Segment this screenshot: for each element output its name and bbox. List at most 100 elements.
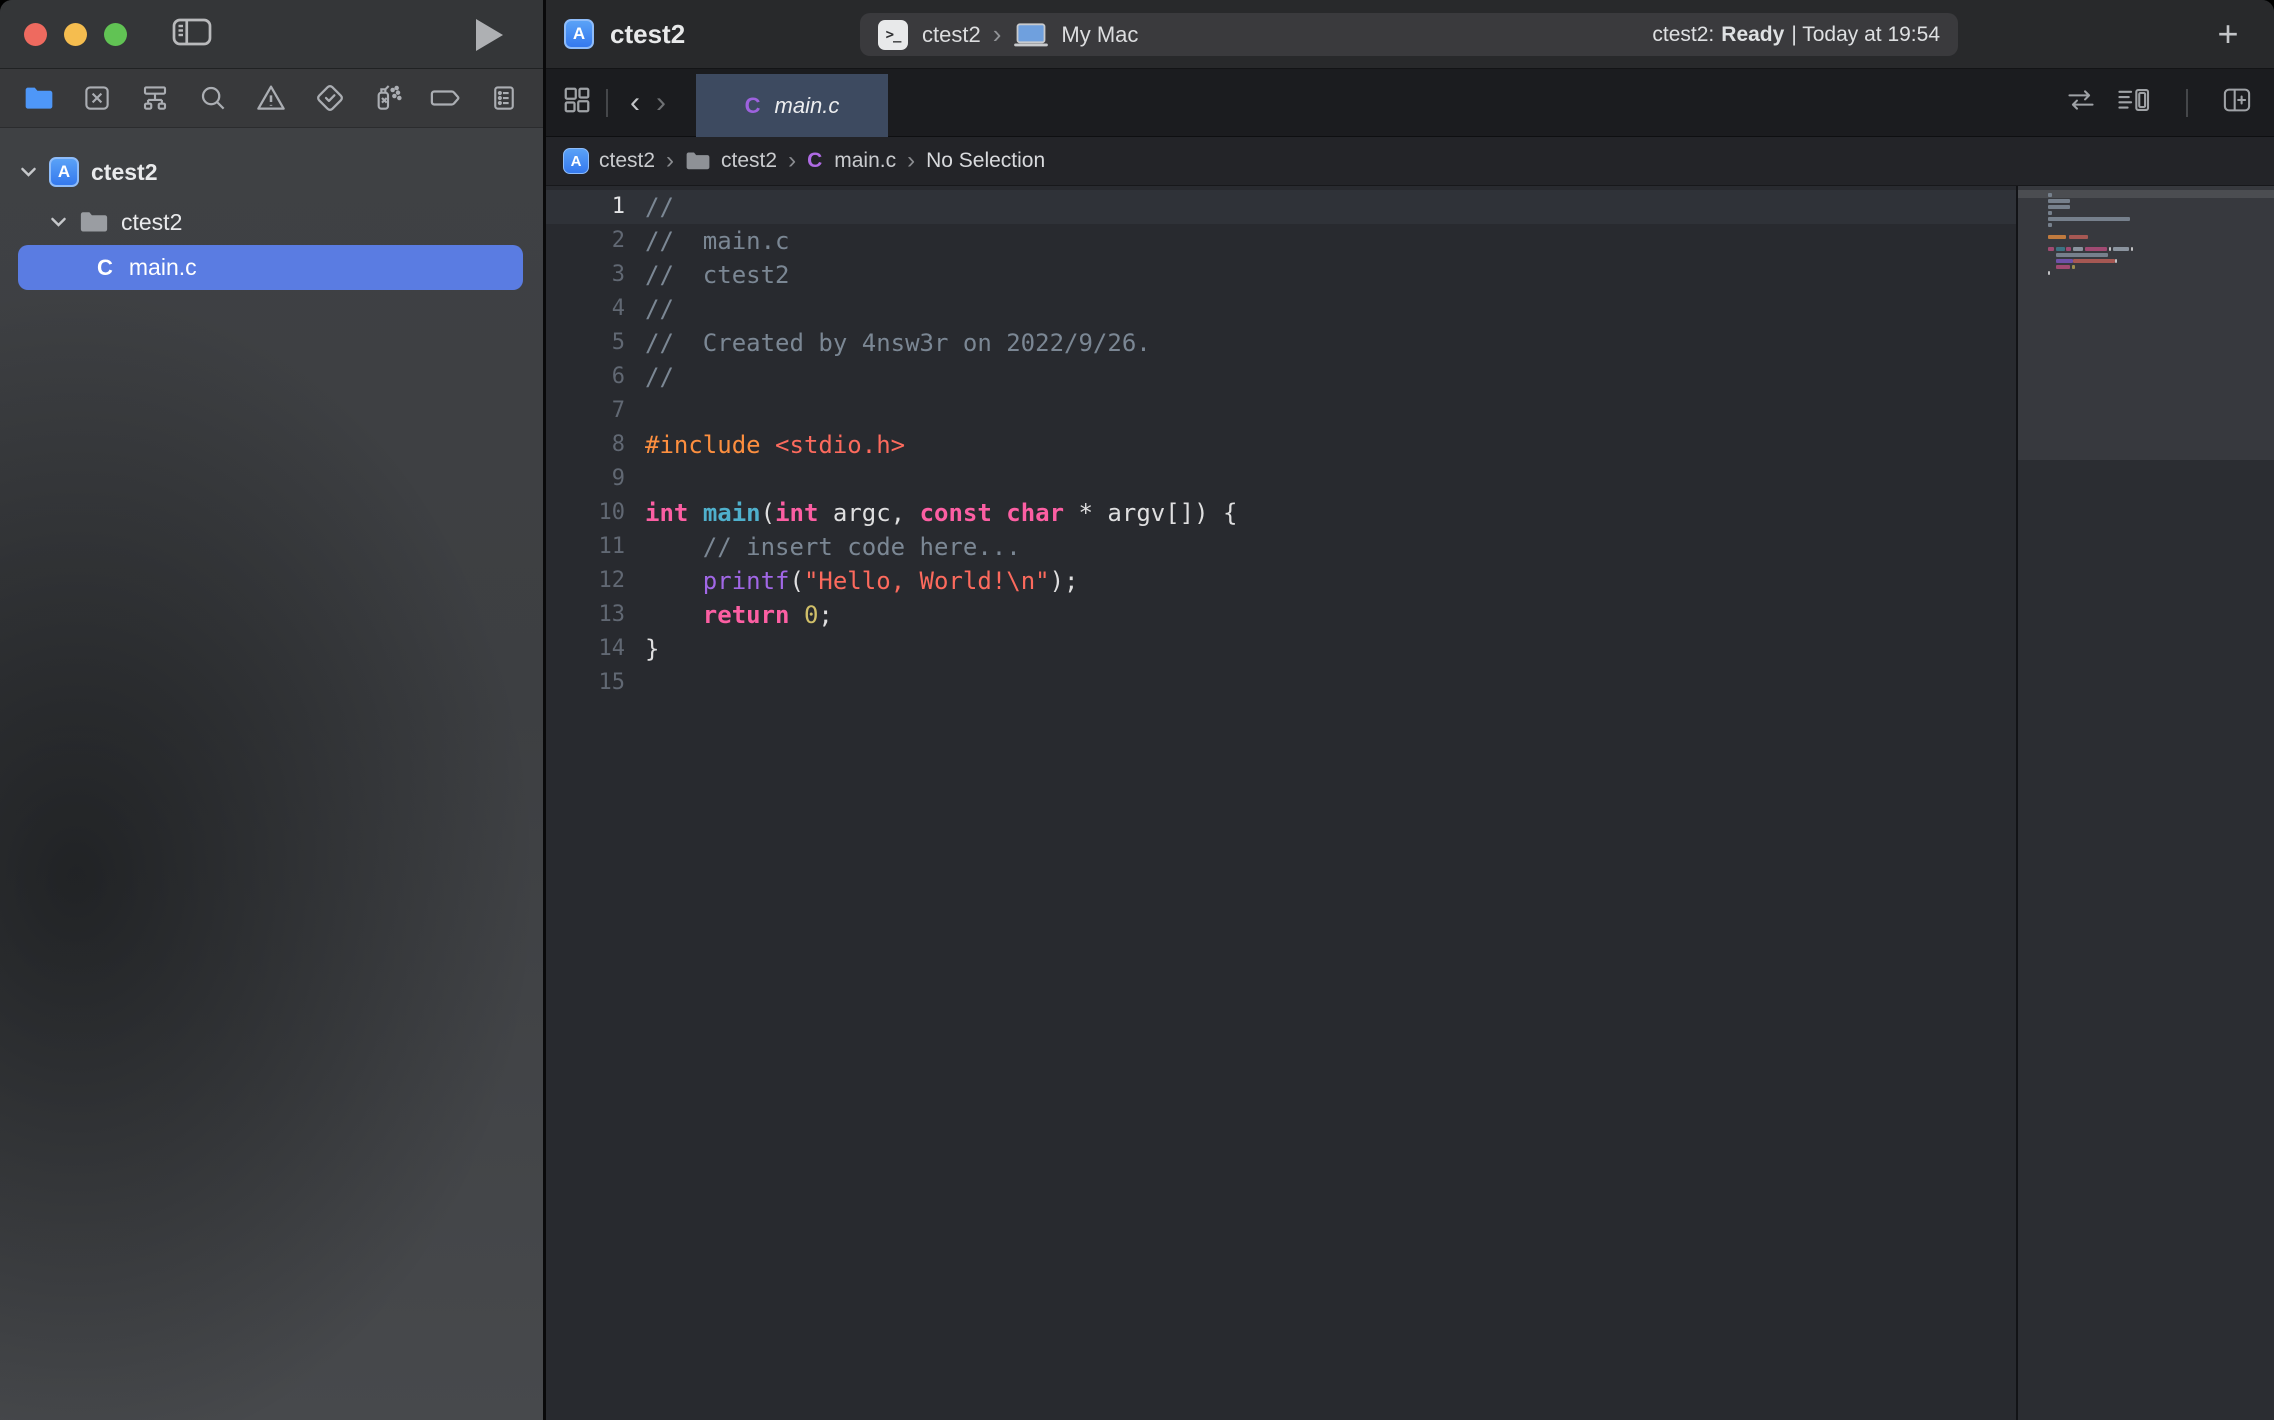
issue-navigator-icon[interactable]	[254, 81, 288, 115]
code-text: //	[645, 360, 674, 394]
code-text: }	[645, 632, 659, 666]
tab-overview-icon[interactable]	[562, 85, 592, 120]
code-line[interactable]: 13 return 0;	[546, 598, 2016, 632]
minimap-row	[2048, 211, 2268, 215]
code-line[interactable]: 1 //	[546, 190, 2016, 224]
minimap-row	[2048, 223, 2268, 227]
code-line[interactable]: 6//	[546, 360, 2016, 394]
code-line[interactable]: 7	[546, 394, 2016, 428]
code-text: //	[645, 292, 674, 326]
code-text: //	[645, 190, 674, 224]
tree-item-project[interactable]: A ctest2	[20, 154, 157, 190]
toggle-sidebar-icon[interactable]	[171, 15, 213, 54]
library-add-button[interactable]	[2208, 14, 2248, 54]
run-destination-selector[interactable]: My Mac	[1061, 22, 1138, 48]
project-navigator-icon[interactable]	[22, 81, 56, 115]
go-back-icon[interactable]	[630, 86, 640, 120]
minimap[interactable]	[2018, 186, 2274, 1420]
tree-item-label: ctest2	[91, 159, 157, 186]
run-button[interactable]	[476, 19, 503, 51]
status-project-label: ctest2:	[1652, 23, 1714, 47]
minimap-row	[2048, 217, 2268, 221]
navigator-tab-strip	[0, 69, 543, 128]
code-line[interactable]: 14}	[546, 632, 2016, 666]
code-text: #include <stdio.h>	[645, 428, 905, 462]
code-text: // insert code here...	[645, 530, 1021, 564]
line-number: 1	[546, 190, 625, 224]
code-line[interactable]: 5// Created by 4nsw3r on 2022/9/26.	[546, 326, 2016, 360]
minimap-content	[2048, 193, 2268, 277]
minimap-row	[2048, 229, 2268, 233]
line-number: 3	[546, 258, 625, 292]
tree-item-label: main.c	[129, 254, 197, 281]
activity-status[interactable]: ctest2: Ready | Today at 19:54	[1652, 23, 1940, 47]
tree-item-file-selected[interactable]: C main.c	[18, 245, 523, 290]
code-text: printf("Hello, World!\n");	[645, 564, 1079, 598]
line-number: 9	[546, 462, 625, 496]
symbol-navigator-icon[interactable]	[138, 81, 172, 115]
add-editor-icon[interactable]	[2222, 86, 2252, 119]
editor-pane: A ctest2 ctest2 My Mac ctest2: Ready | T…	[546, 0, 2274, 1420]
code-line[interactable]: 8#include <stdio.h>	[546, 428, 2016, 462]
line-number: 13	[546, 598, 625, 632]
minimap-row	[2048, 235, 2268, 239]
close-button[interactable]	[24, 23, 47, 46]
folder-icon	[685, 150, 711, 172]
code-text: int main(int argc, const char * argv[]) …	[645, 496, 1237, 530]
folder-icon	[79, 209, 109, 235]
disclosure-chevron-icon[interactable]	[20, 166, 37, 178]
chevron-right-icon	[666, 147, 674, 175]
line-number: 11	[546, 530, 625, 564]
code-line[interactable]: 2// main.c	[546, 224, 2016, 258]
chevron-right-icon	[907, 147, 915, 175]
code-line[interactable]: 3 // ctest2	[546, 258, 2016, 292]
minimap-row	[2048, 271, 2268, 275]
code-text: // ctest2	[645, 258, 790, 292]
adjust-editor-icon[interactable]	[2066, 87, 2096, 118]
code-line[interactable]: 10int main(int argc, const char * argv[]…	[546, 496, 2016, 530]
minimize-button[interactable]	[64, 23, 87, 46]
editor-options	[2066, 86, 2274, 119]
minimap-row	[2048, 193, 2268, 197]
jumpbar-group[interactable]: ctest2	[721, 149, 777, 173]
breakpoint-navigator-icon[interactable]	[429, 81, 463, 115]
code-line[interactable]: 9	[546, 462, 2016, 496]
c-file-icon: C	[745, 93, 761, 119]
line-number: 4	[546, 292, 625, 326]
minimap-row	[2048, 247, 2268, 251]
xcode-project-icon: A	[563, 148, 589, 174]
jumpbar-selection[interactable]: No Selection	[926, 149, 1045, 173]
scheme-selector[interactable]: ctest2	[922, 22, 981, 48]
debug-navigator-icon[interactable]	[371, 81, 405, 115]
go-forward-icon[interactable]	[656, 86, 666, 120]
disclosure-chevron-icon[interactable]	[50, 216, 67, 228]
test-navigator-icon[interactable]	[313, 81, 347, 115]
terminal-app-icon[interactable]	[878, 20, 908, 50]
c-file-icon: C	[97, 255, 113, 281]
report-navigator-icon[interactable]	[487, 81, 521, 115]
code-line[interactable]: 4 //	[546, 292, 2016, 326]
line-number: 14	[546, 632, 625, 666]
tab-main-c[interactable]: C main.c	[696, 74, 888, 137]
jumpbar-file[interactable]: main.c	[834, 149, 896, 173]
zoom-button[interactable]	[104, 23, 127, 46]
jump-bar: A ctest2 ctest2 C main.c No Selection	[546, 137, 2274, 186]
find-navigator-icon[interactable]	[196, 81, 230, 115]
xcode-window: A ctest2 ctest2 C main.c A ctest2 ct	[0, 0, 2274, 1420]
minimap-options-icon[interactable]	[2116, 86, 2152, 119]
minimap-row	[2056, 259, 2268, 263]
code-line[interactable]: 11 // insert code here...	[546, 530, 2016, 564]
changes-navigator-icon[interactable]	[80, 81, 114, 115]
toolbar-project-title: A ctest2	[564, 19, 685, 50]
line-number: 15	[546, 666, 625, 700]
source-editor[interactable]: 1//2// main.c3// ctest24//5// Created by…	[546, 186, 2016, 1420]
jumpbar-project[interactable]: ctest2	[599, 149, 655, 173]
code-line[interactable]: 12 printf("Hello, World!\n");	[546, 564, 2016, 598]
minimap-row	[2048, 205, 2268, 209]
tree-item-group[interactable]: ctest2	[50, 204, 182, 240]
project-title-label: ctest2	[610, 19, 685, 50]
minimap-row	[2048, 199, 2268, 203]
tab-label: main.c	[775, 93, 840, 119]
navigator-sidebar: A ctest2 ctest2 C main.c	[0, 0, 543, 1420]
code-line[interactable]: 15	[546, 666, 2016, 700]
